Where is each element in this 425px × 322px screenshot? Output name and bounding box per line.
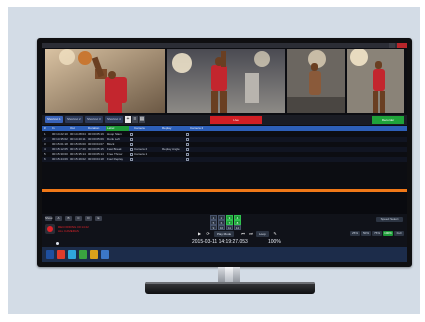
- row-checkbox[interactable]: [186, 138, 189, 141]
- camera-preview-4[interactable]: [347, 49, 404, 113]
- column-header[interactable]: Duration: [88, 126, 99, 131]
- camera-select-button[interactable]: 11: [226, 225, 233, 230]
- live-button[interactable]: Live: [210, 116, 262, 124]
- record-button[interactable]: [45, 224, 55, 234]
- speed-preset-button[interactable]: 75%: [372, 231, 382, 236]
- previous-icon[interactable]: ⏮: [240, 231, 246, 237]
- settings-icon[interactable]: ✎: [272, 231, 278, 237]
- row-checkbox[interactable]: [186, 133, 189, 136]
- minimize-icon[interactable]: [389, 43, 395, 48]
- mode-button[interactable]: B: [65, 216, 72, 221]
- replay-app-screen: Shortcut 1 Shortcut 2 Shortcut 3 Shortcu…: [42, 43, 407, 262]
- timeline-area[interactable]: [42, 192, 407, 214]
- speed-preset-button[interactable]: 50%: [361, 231, 371, 236]
- row-checkbox[interactable]: [130, 158, 133, 161]
- camera-select-button[interactable]: 12: [234, 225, 241, 230]
- next-icon[interactable]: ⏭: [248, 231, 254, 237]
- tab-shortcut-1[interactable]: Shortcut 1: [45, 116, 63, 123]
- tab-shortcut-3[interactable]: Shortcut 3: [85, 116, 103, 123]
- monitor-bezel: Shortcut 1 Shortcut 2 Shortcut 3 Shortcu…: [37, 38, 412, 267]
- table-header: # In Out Duration Label Camera Replay Ca…: [42, 126, 407, 131]
- speed-display: 100%: [268, 239, 281, 245]
- mode-button[interactable]: A: [55, 216, 62, 221]
- table-cell: 6: [44, 157, 46, 161]
- table-cell: 00:15:49:02: [70, 157, 86, 161]
- recorder-button[interactable]: Recorder: [372, 116, 404, 124]
- row-checkbox[interactable]: [186, 153, 189, 156]
- camera-preview-2[interactable]: [167, 49, 285, 113]
- taskbar-app-icon[interactable]: [90, 250, 98, 259]
- camera-select-button[interactable]: 9: [210, 225, 217, 230]
- grid-icon[interactable]: ▦: [139, 116, 145, 123]
- arena-angle-image: [167, 49, 285, 113]
- row-checkbox[interactable]: [130, 133, 133, 136]
- speed-preset-button[interactable]: Full: [394, 231, 404, 236]
- speed-select-button[interactable]: Speed Select: [376, 217, 403, 222]
- taskbar-explorer-icon[interactable]: [57, 250, 65, 259]
- record-substatus: ALL CAMERAS: [58, 229, 79, 233]
- mode-button[interactable]: D: [85, 216, 92, 221]
- row-checkbox[interactable]: [130, 143, 133, 146]
- taskbar-start-icon[interactable]: [46, 250, 54, 259]
- column-header[interactable]: #: [44, 126, 46, 131]
- record-icon: [47, 226, 53, 232]
- camera-preview-main[interactable]: [45, 49, 165, 113]
- close-icon[interactable]: [397, 43, 407, 48]
- camera-preview-3[interactable]: [287, 49, 345, 113]
- row-checkbox[interactable]: [186, 143, 189, 146]
- toolbar: Shortcut 1 Shortcut 2 Shortcut 3 Shortcu…: [42, 115, 407, 125]
- audio-slider-knob[interactable]: [56, 242, 59, 245]
- speed-preset-button[interactable]: 100%: [383, 231, 393, 236]
- taskbar-folder-icon[interactable]: [101, 250, 109, 259]
- column-header[interactable]: Camera: [134, 126, 145, 131]
- column-header[interactable]: Label: [106, 126, 129, 131]
- play-icon[interactable]: ▶: [197, 231, 202, 237]
- table-cell: 00:00:04:18: [88, 157, 104, 161]
- taskbar-store-icon[interactable]: [79, 250, 87, 259]
- row-checkbox[interactable]: [130, 138, 133, 141]
- window-titlebar: [42, 43, 407, 48]
- sync-icon[interactable]: ⟳: [205, 231, 211, 237]
- mode-button[interactable]: E: [95, 216, 102, 221]
- row-checkbox[interactable]: [130, 153, 133, 156]
- mode-button[interactable]: C: [75, 216, 82, 221]
- table-cell: 00:15:44:09: [52, 157, 68, 161]
- camera-previews: [45, 49, 404, 113]
- tab-shortcut-4[interactable]: Shortcut 4: [105, 116, 123, 123]
- table-cell: Foul Replay: [107, 157, 124, 161]
- arena-crowd-image: [287, 49, 345, 113]
- clip-table: # In Out Duration Label Camera Replay Ca…: [42, 126, 407, 188]
- column-header[interactable]: Camera 2: [190, 126, 203, 131]
- taskbar-browser-icon[interactable]: [68, 250, 76, 259]
- basketball-player-image: [45, 49, 165, 113]
- replay-controls: Show A B C D E RECORDING 00:14:22 ALL CAMERAS…: [42, 214, 407, 247]
- mode-button[interactable]: Show: [45, 216, 53, 221]
- list-icon[interactable]: ≡: [132, 116, 138, 123]
- row-checkbox[interactable]: [186, 148, 189, 151]
- row-checkbox[interactable]: [130, 148, 133, 151]
- column-header[interactable]: Replay: [162, 126, 171, 131]
- monitor-stand-neck: [218, 267, 240, 283]
- monitor-stand-base: [145, 282, 315, 294]
- tab-shortcut-2[interactable]: Shortcut 2: [65, 116, 83, 123]
- timecode-display: 2015-03-11 14:19:27.053: [192, 239, 248, 245]
- windows-taskbar: [42, 247, 407, 262]
- arena-wide-image: [347, 49, 404, 113]
- table-row[interactable]: 6 00:15:44:09 00:15:49:02 00:00:04:18 Foul R…: [42, 157, 407, 162]
- add-icon[interactable]: +: [125, 116, 131, 123]
- camera-select-button[interactable]: 10: [218, 225, 225, 230]
- column-header[interactable]: Out: [70, 126, 75, 131]
- speed-preset-button[interactable]: 25%: [350, 231, 360, 236]
- column-header[interactable]: In: [52, 126, 55, 131]
- play-mode-button[interactable]: Play Mode: [214, 231, 235, 237]
- row-checkbox[interactable]: [186, 158, 189, 161]
- loop-button[interactable]: Loop: [256, 231, 269, 237]
